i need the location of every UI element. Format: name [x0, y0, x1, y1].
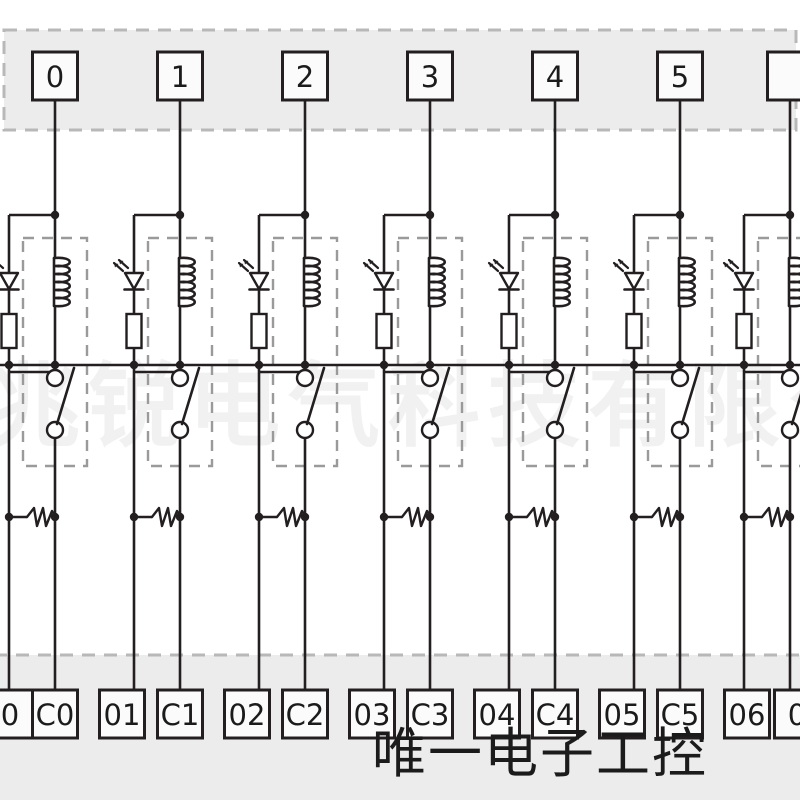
- input-terminal-2[interactable]: 2: [281, 50, 329, 102]
- terminal-label: C2: [286, 698, 325, 732]
- schematic-canvas: 兆锐电气科技有限公司 012345 0C001C102C203C304C405C…: [0, 0, 800, 800]
- input-terminal-edge-6[interactable]: [766, 50, 800, 102]
- output-terminal-0[interactable]: 0: [0, 688, 34, 740]
- output-terminal-0[interactable]: 0: [773, 688, 800, 740]
- input-terminal-1[interactable]: 1: [156, 50, 204, 102]
- terminal-label: 0: [1, 698, 19, 732]
- resistor-icon: [375, 312, 393, 350]
- relay-coil-icon: [52, 256, 72, 308]
- output-terminal-C1[interactable]: C1: [156, 688, 204, 740]
- bottom-watermark: 唯一电子工控: [372, 722, 708, 785]
- terminal-box-outline: [766, 50, 800, 102]
- input-terminal-3[interactable]: 3: [406, 50, 454, 102]
- relay-coil-icon: [552, 256, 572, 308]
- terminal-label: 06: [729, 698, 766, 732]
- terminal-label: 02: [229, 698, 266, 732]
- terminal-label: C1: [161, 698, 200, 732]
- terminal-label: 3: [421, 60, 439, 94]
- output-terminal-02[interactable]: 02: [223, 688, 271, 740]
- terminal-label: 4: [546, 60, 564, 94]
- terminal-label: 0: [788, 698, 800, 732]
- output-terminal-C0[interactable]: C0: [31, 688, 79, 740]
- resistor-icon: [500, 312, 518, 350]
- output-terminal-C2[interactable]: C2: [281, 688, 329, 740]
- relay-coil-icon: [787, 256, 800, 308]
- input-terminal-5[interactable]: 5: [656, 50, 704, 102]
- resistor-icon: [125, 312, 143, 350]
- input-terminal-0[interactable]: 0: [31, 50, 79, 102]
- resistor-icon: [625, 312, 643, 350]
- terminal-label: 0: [46, 60, 64, 94]
- output-terminal-01[interactable]: 01: [98, 688, 146, 740]
- resistor-icon: [735, 312, 753, 350]
- resistor-icon: [250, 312, 268, 350]
- terminal-label: 01: [104, 698, 141, 732]
- relay-module-schematic: 兆锐电气科技有限公司 012345 0C001C102C203C304C405C…: [0, 0, 800, 800]
- resistor-icon: [0, 312, 18, 350]
- relay-coil-icon: [427, 256, 447, 308]
- relay-coil-icon: [302, 256, 322, 308]
- output-terminal-06[interactable]: 06: [723, 688, 771, 740]
- relay-coil-icon: [677, 256, 697, 308]
- terminal-label: 2: [296, 60, 314, 94]
- terminal-label: 1: [171, 60, 189, 94]
- relay-coil-icon: [177, 256, 197, 308]
- terminal-label: C0: [36, 698, 75, 732]
- input-terminal-4[interactable]: 4: [531, 50, 579, 102]
- terminal-label: 5: [671, 60, 689, 94]
